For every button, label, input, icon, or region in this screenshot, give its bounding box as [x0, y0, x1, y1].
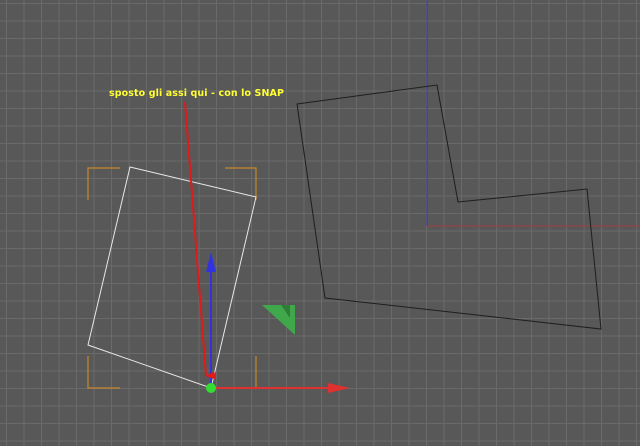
- gizmo-plane-handle[interactable]: [262, 305, 295, 335]
- selected-polygon[interactable]: [87, 166, 257, 389]
- viewport-scene[interactable]: [0, 0, 640, 446]
- pivot-origin-dot[interactable]: [206, 383, 216, 393]
- editor-viewport[interactable]: sposto gli assi qui - con lo SNAP: [0, 0, 640, 446]
- l-shape-polygon[interactable]: [296, 84, 602, 330]
- annotation-arrow: [184, 101, 216, 380]
- annotation-label: sposto gli assi qui - con lo SNAP: [109, 88, 285, 99]
- gizmo-y-arrow-icon[interactable]: [206, 252, 216, 272]
- selection-brackets: [87, 167, 257, 389]
- gizmo-x-arrow-icon[interactable]: [328, 383, 350, 393]
